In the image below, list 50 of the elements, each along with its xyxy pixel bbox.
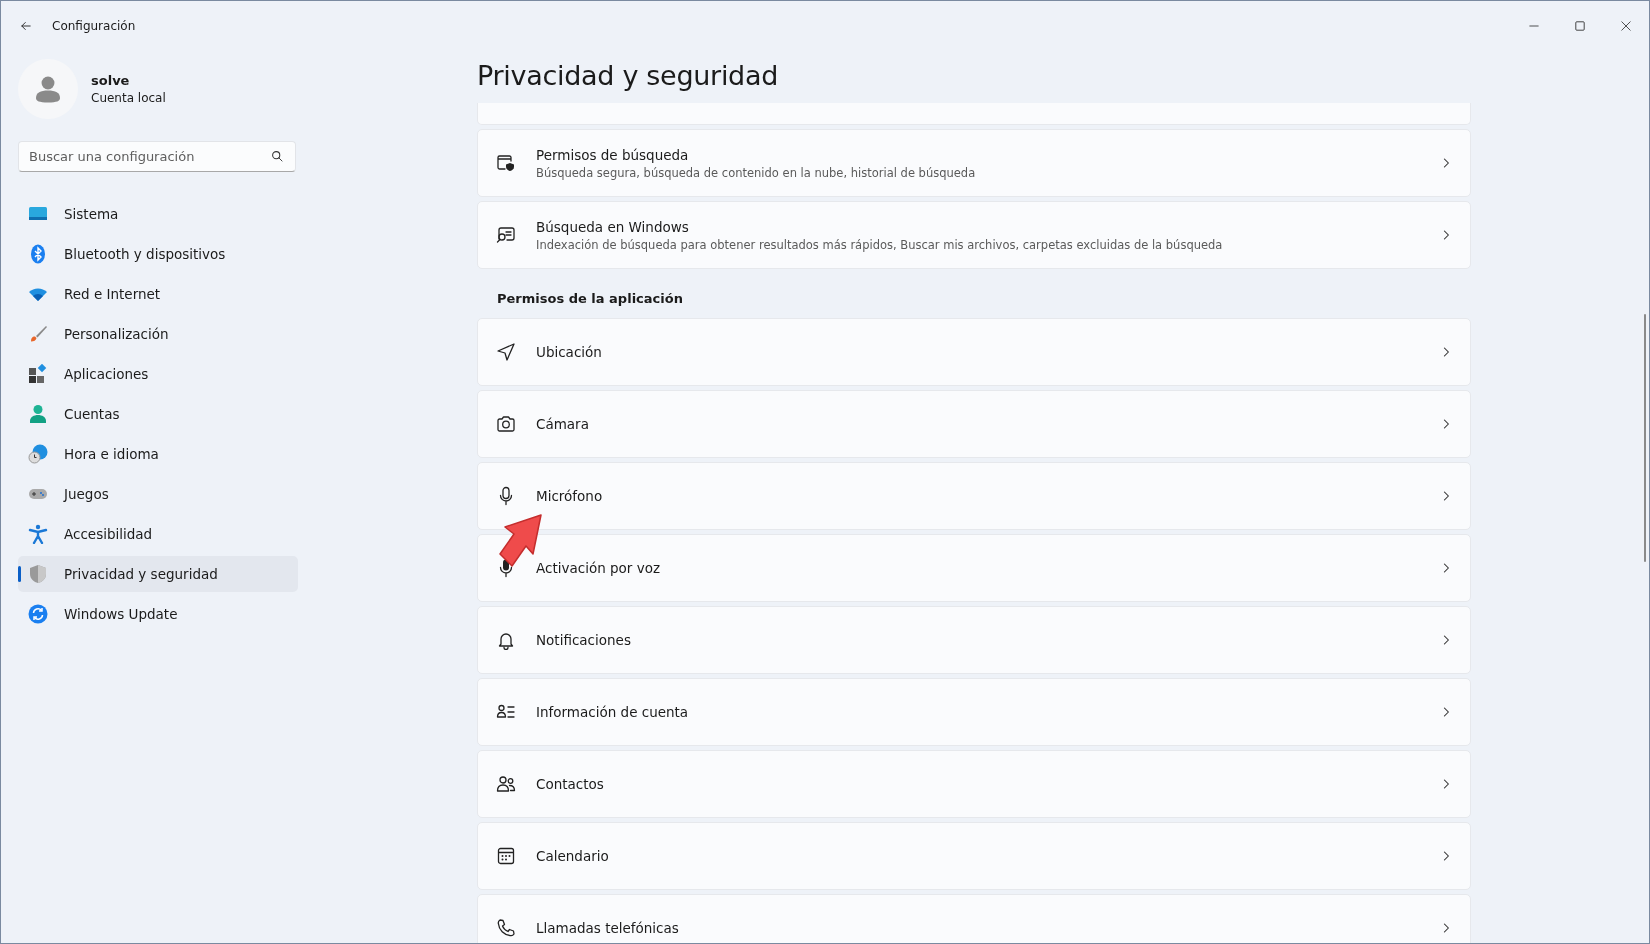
accessibility-icon (28, 524, 48, 544)
settings-card[interactable]: Contactos (477, 750, 1471, 818)
person-icon (28, 404, 48, 424)
sidebar-item[interactable]: Bluetooth y dispositivos (18, 236, 298, 272)
sidebar-item[interactable]: Privacidad y seguridad (18, 556, 298, 592)
settings-card[interactable]: Búsqueda en Windows Indexación de búsqueda para obtener resultados más rápidos, Buscar mis archivos, carpetas excluidas de la búsqueda (477, 201, 1471, 269)
calendar-icon (496, 846, 516, 866)
account-type: Cuenta local (91, 91, 166, 105)
sidebar-item[interactable]: Accesibilidad (18, 516, 298, 552)
sidebar-item[interactable]: Hora e idioma (18, 436, 298, 472)
search-list-icon (496, 225, 516, 245)
people-icon (496, 774, 516, 794)
window-title: Configuración (52, 19, 136, 33)
settings-card[interactable]: Permisos de búsqueda Búsqueda segura, búsqueda de contenido en la nube, historial de búsqueda (477, 129, 1471, 197)
maximize-icon (1574, 20, 1586, 32)
search-icon (271, 150, 284, 163)
section-heading: Permisos de la aplicación (497, 291, 684, 306)
sidebar-item[interactable]: Windows Update (18, 596, 298, 632)
sidebar-item[interactable]: Sistema (18, 196, 298, 232)
settings-card[interactable]: Ubicación (477, 318, 1471, 386)
person-silhouette-icon (33, 74, 63, 104)
settings-card[interactable]: Cámara (477, 390, 1471, 458)
settings-card[interactable]: Llamadas telefónicas (477, 894, 1471, 943)
sidebar-item[interactable]: Aplicaciones (18, 356, 298, 392)
close-icon (1620, 20, 1632, 32)
user-name: solve (91, 73, 131, 88)
navigation-arrow-icon (496, 342, 516, 362)
search-field[interactable]: Buscar una configuración (18, 141, 296, 172)
sidebar-item[interactable]: Personalización (18, 316, 298, 352)
page-title: Privacidad y seguridad (477, 60, 779, 91)
sync-icon (28, 604, 48, 624)
browser-shield-icon (496, 153, 516, 173)
bluetooth-icon (28, 244, 48, 264)
sidebar-item[interactable]: Red e Internet (18, 276, 298, 312)
apps-icon (28, 364, 48, 384)
settings-card[interactable]: Calendario (477, 822, 1471, 890)
brush-icon (28, 324, 48, 344)
phone-icon (496, 918, 516, 938)
shield-icon (28, 564, 48, 584)
settings-card[interactable]: Micrófono (477, 462, 1471, 530)
camera-icon (496, 414, 516, 434)
settings-card[interactable]: Activación por voz (477, 534, 1471, 602)
settings-card[interactable]: Información de cuenta (477, 678, 1471, 746)
sidebar-item[interactable]: Cuentas (18, 396, 298, 432)
globe-clock-icon (28, 444, 48, 464)
sidebar-item[interactable]: Juegos (18, 476, 298, 512)
back-arrow-icon (19, 19, 33, 33)
scrollbar[interactable] (1644, 314, 1646, 562)
bell-icon (496, 630, 516, 650)
settings-card[interactable]: Notificaciones (477, 606, 1471, 674)
